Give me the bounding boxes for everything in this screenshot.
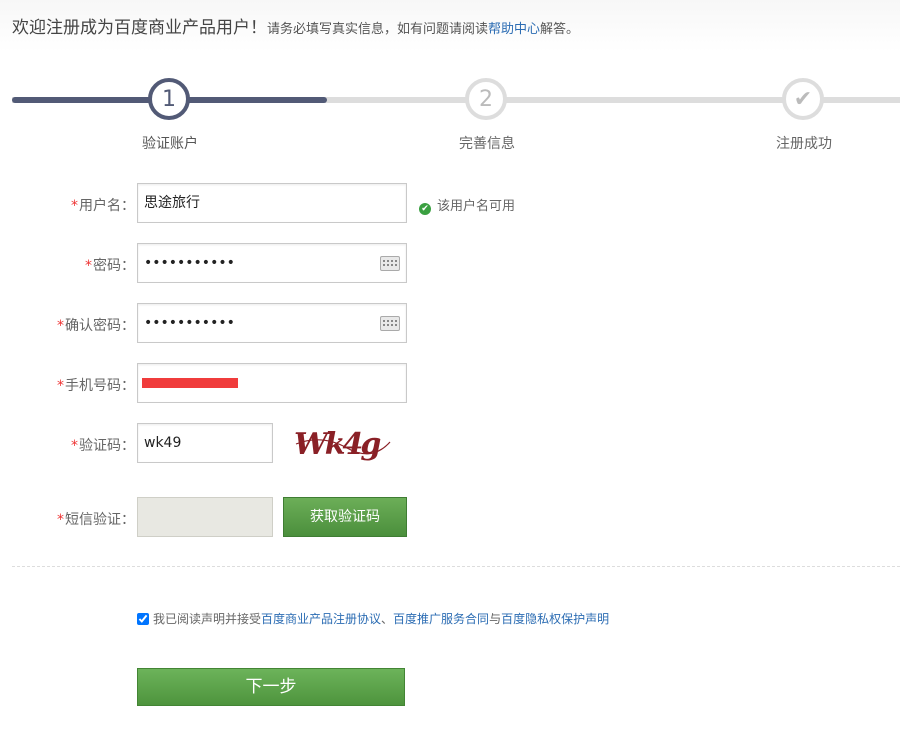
get-sms-code-button[interactable]: 获取验证码 xyxy=(283,497,407,537)
phone-label: *手机号码： xyxy=(57,378,135,394)
registration-agreement-link[interactable]: 百度商业产品注册协议 xyxy=(261,612,381,626)
check-circle-icon: ✔ xyxy=(419,203,431,215)
password-value: ••••••••••• xyxy=(144,255,235,271)
privacy-statement-link[interactable]: 百度隐私权保护声明 xyxy=(501,612,609,626)
help-center-link[interactable]: 帮助中心 xyxy=(488,22,540,37)
agreement-checkbox[interactable] xyxy=(137,613,149,625)
sms-input[interactable] xyxy=(137,497,273,537)
step-2-circle: 2 xyxy=(465,78,507,120)
captcha-input[interactable]: wk49 xyxy=(137,423,273,463)
step-1-label: 验证账户 xyxy=(142,136,198,152)
username-label: *用户名： xyxy=(71,198,135,214)
step-2-label: 完善信息 xyxy=(459,136,515,152)
agreement-sep: 、 xyxy=(381,612,394,626)
keyboard-icon[interactable] xyxy=(380,316,400,331)
confirm-password-label: *确认密码： xyxy=(57,318,135,334)
divider xyxy=(12,566,900,567)
username-input[interactable]: 思途旅行 xyxy=(137,183,407,223)
welcome-end: 解答。 xyxy=(540,22,580,37)
welcome-title: 欢迎注册成为百度商业产品用户！ xyxy=(12,18,267,38)
keyboard-icon[interactable] xyxy=(380,256,400,271)
required-mark: * xyxy=(71,198,78,214)
step-3-check-icon: ✔ xyxy=(782,78,824,120)
password-input[interactable]: ••••••••••• xyxy=(137,243,407,283)
phone-input[interactable] xyxy=(137,363,407,403)
captcha-image-text: Wk4g xyxy=(294,427,380,462)
username-status: ✔ 该用户名可用 xyxy=(419,195,515,215)
service-contract-link[interactable]: 百度推广服务合同 xyxy=(393,612,489,626)
redaction-bar xyxy=(142,378,238,388)
captcha-label: *验证码： xyxy=(71,438,135,454)
welcome-subtitle: 请务必填写真实信息，如有问题请阅读 xyxy=(267,22,489,37)
next-step-button[interactable]: 下一步 xyxy=(137,668,405,706)
step-1-circle: 1 xyxy=(148,78,190,120)
step-3-label: 注册成功 xyxy=(776,136,832,152)
captcha-image[interactable]: Wk4g xyxy=(292,424,392,464)
welcome-text: 欢迎注册成为百度商业产品用户！请务必填写真实信息，如有问题请阅读帮助中心解答。 xyxy=(12,13,579,38)
agreement-sep: 与 xyxy=(489,612,502,626)
confirm-password-value: ••••••••••• xyxy=(144,315,235,331)
sms-label: *短信验证： xyxy=(57,512,135,528)
confirm-password-input[interactable]: ••••••••••• xyxy=(137,303,407,343)
agreement-row: 我已阅读声明并接受百度商业产品注册协议、百度推广服务合同与百度隐私权保护声明 xyxy=(137,610,609,627)
password-label: *密码： xyxy=(85,258,135,274)
page-header: 欢迎注册成为百度商业产品用户！请务必填写真实信息，如有问题请阅读帮助中心解答。 xyxy=(0,0,900,52)
agreement-prefix: 我已阅读声明并接受 xyxy=(153,612,262,626)
